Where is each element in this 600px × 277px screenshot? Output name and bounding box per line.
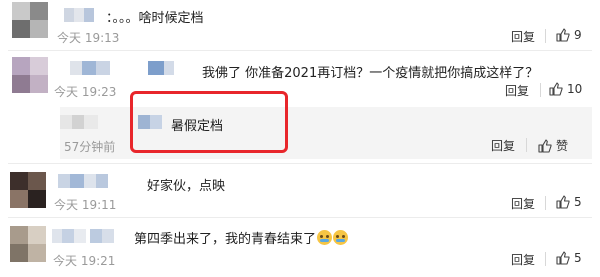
highlight-box [130, 91, 288, 153]
reply-button[interactable]: 回复 [511, 28, 535, 45]
reply-button[interactable]: 回复 [511, 195, 535, 212]
comment-text-content: 第四季出来了，我的青春结束了 [134, 232, 317, 247]
avatar[interactable] [10, 226, 46, 262]
comment-time: 今天 19:13 [57, 31, 120, 45]
comment-item: 好家伙，点映 今天 19:11 回复 5 [0, 164, 600, 217]
action-divider [540, 83, 541, 97]
like-button[interactable]: 9 [556, 28, 582, 42]
comment-time: 今天 19:21 [53, 254, 116, 268]
action-divider [545, 29, 546, 43]
like-count: 10 [567, 82, 583, 96]
like-button[interactable]: 10 [549, 82, 582, 96]
comment-text: 第四季出来了，我的青春结束了 [134, 228, 349, 247]
like-button[interactable]: 5 [556, 195, 582, 209]
avatar[interactable] [12, 57, 48, 93]
avatar[interactable] [10, 172, 46, 208]
thumbs-up-icon [556, 195, 570, 209]
thumbs-up-icon [549, 82, 563, 96]
like-count: 9 [574, 28, 582, 42]
like-button[interactable]: 5 [556, 251, 582, 265]
like-count: 5 [574, 251, 582, 265]
username-pixelated[interactable] [70, 61, 180, 75]
crying-emoji-icon [317, 230, 333, 245]
avatar[interactable] [12, 2, 48, 38]
username-pixelated[interactable] [64, 8, 104, 22]
thumbs-up-icon [556, 251, 570, 265]
reply-button[interactable]: 回复 [505, 82, 529, 99]
comment-item: 第四季出来了，我的青春结束了 今天 19:21 回复 5 [0, 218, 600, 277]
like-label: 赞 [556, 139, 569, 153]
like-count: 5 [574, 195, 582, 209]
reply-button[interactable]: 回复 [511, 251, 535, 268]
sub-reply-time: 57分钟前 [64, 140, 116, 154]
comment-text: ：。。。啥时候定档 [106, 11, 204, 26]
comment-item: ：。。。啥时候定档 今天 19:13 回复 9 [0, 0, 600, 50]
thumbs-up-icon [538, 139, 552, 153]
comment-text: 好家伙，点映 [147, 179, 226, 194]
action-divider [545, 252, 546, 266]
comment-time: 今天 19:23 [54, 85, 117, 99]
sub-reply-reply-button[interactable]: 回复 [491, 137, 515, 154]
username-pixelated[interactable] [58, 174, 118, 188]
action-divider [526, 138, 527, 152]
thumbs-up-icon [556, 28, 570, 42]
comment-time: 今天 19:11 [54, 198, 117, 212]
action-divider [545, 196, 546, 210]
crying-emoji-icon [333, 230, 349, 245]
username-pixelated[interactable] [52, 229, 132, 243]
sub-reply-like-button[interactable]: 赞 [538, 137, 568, 154]
comment-text: 我佛了 你准备2021再订档？一个疫情就把你搞成这样了？ [202, 66, 539, 81]
